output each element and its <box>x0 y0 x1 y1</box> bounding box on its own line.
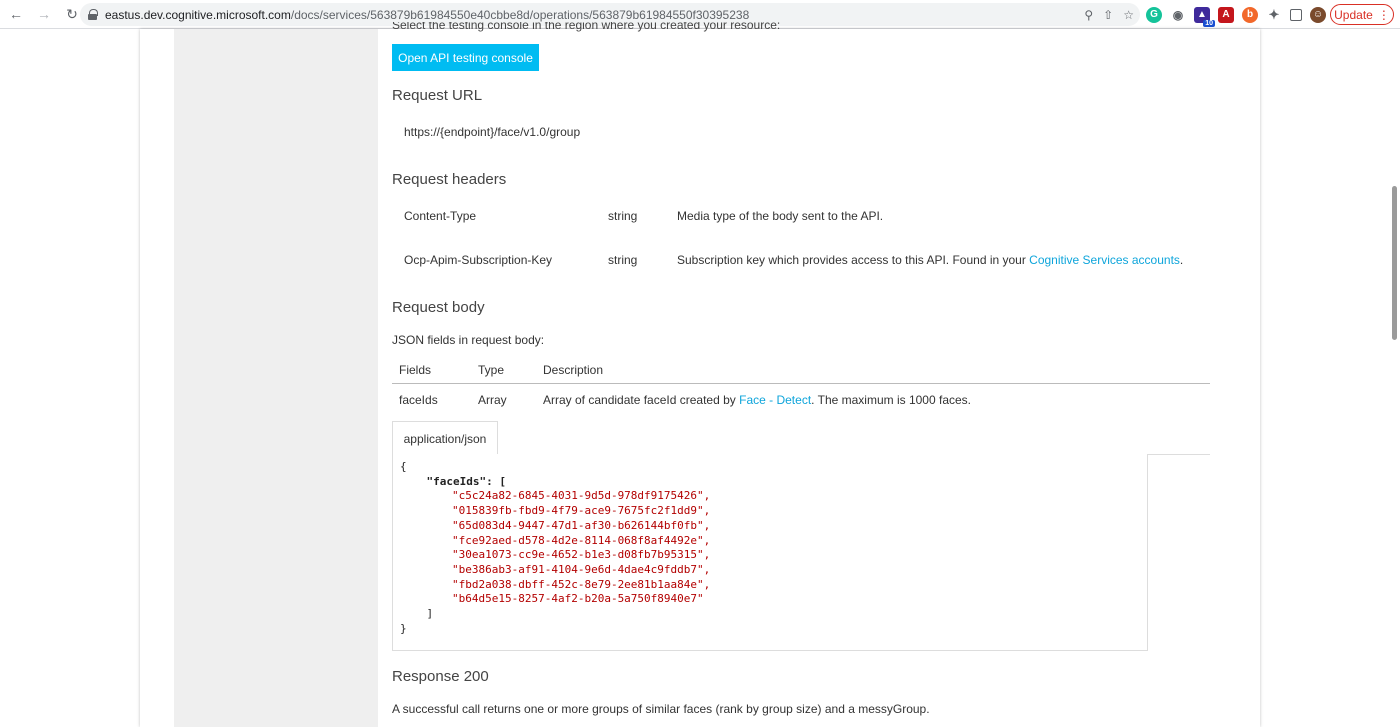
url-host: eastus.dev.cognitive.microsoft.com <box>105 7 291 22</box>
face-id-value: "fce92aed-d578-4d2e-8114-068f8af4492e", <box>452 533 711 547</box>
update-label: Update <box>1334 7 1373 22</box>
face-id-value: "be386ab3-af91-4104-9e6d-4dae4c9fddb7", <box>452 562 711 576</box>
face-id-value: "b64d5e15-8257-4af2-b20a-5a750f8940e7" <box>452 592 704 606</box>
scrollbar-thumb[interactable] <box>1392 186 1397 340</box>
graduation-cap-extension-icon[interactable]: ▲ 10 <box>1194 6 1215 27</box>
lock-icon <box>88 9 98 20</box>
json-code-sample: { "faceIds": ["c5c24a82-6845-4031-9d5d-9… <box>400 460 711 635</box>
table-divider <box>392 383 1210 384</box>
tab-application-json[interactable]: application/json <box>392 421 498 455</box>
update-button[interactable]: Update ⋮ <box>1330 4 1394 25</box>
column-header-fields: Fields <box>399 363 432 377</box>
request-headers-heading: Request headers <box>392 171 507 188</box>
camera-extension-icon[interactable]: ◉ <box>1170 6 1186 23</box>
back-arrow-icon[interactable]: ← <box>5 3 27 25</box>
orange-extension-icon[interactable]: b <box>1242 6 1258 23</box>
face-id-value: "fbd2a038-dbff-452c-8e79-2ee81b1aa84e", <box>452 577 711 591</box>
face-id-value: "c5c24a82-6845-4031-9d5d-978df9175426", <box>452 489 711 503</box>
face-id-value: "30ea1073-cc9e-4652-b1e3-d08fb7b95315", <box>452 548 711 562</box>
url-path: /docs/services/563879b61984550e40cbbe8d/… <box>290 7 750 22</box>
puzzle-extensions-icon[interactable]: ✦ <box>1266 6 1282 23</box>
left-navigation-panel <box>174 29 378 727</box>
cognitive-services-accounts-link[interactable]: Cognitive Services accounts <box>1029 253 1180 267</box>
header-description: Media type of the body sent to the API. <box>677 209 884 223</box>
response-200-heading: Response 200 <box>392 668 489 685</box>
header-type: string <box>608 253 638 267</box>
profile-avatar[interactable]: ☺ <box>1310 6 1326 23</box>
field-type: Array <box>478 393 507 407</box>
face-detect-link[interactable]: Face - Detect <box>739 393 811 407</box>
field-description: Array of candidate faceId created by Fac… <box>543 393 971 407</box>
bookmark-star-icon[interactable]: ☆ <box>1123 8 1134 22</box>
share-icon[interactable]: ⇧ <box>1103 8 1113 22</box>
url-text[interactable]: eastus.dev.cognitive.microsoft.com/docs/… <box>105 8 749 22</box>
region-instruction-text: Select the testing console in the region… <box>392 22 781 32</box>
field-name: faceIds <box>399 393 438 407</box>
request-body-intro: JSON fields in request body: <box>392 333 545 347</box>
column-header-description: Description <box>543 363 604 377</box>
header-name: Ocp-Apim-Subscription-Key <box>404 253 553 267</box>
response-description: A successful call returns one or more gr… <box>392 702 930 716</box>
face-id-value: "65d083d4-9447-47d1-af30-b626144bf0fb", <box>452 518 711 532</box>
request-body-heading: Request body <box>392 299 485 316</box>
face-id-value: "015839fb-fbd9-4f79-ace9-7675fc2f1dd9", <box>452 504 711 518</box>
extension-badge: 10 <box>1203 19 1215 27</box>
side-panel-icon[interactable] <box>1290 8 1302 21</box>
grammarly-extension-icon[interactable]: G <box>1146 6 1162 23</box>
more-vertical-icon: ⋮ <box>1377 7 1390 22</box>
header-description: Subscription key which provides access t… <box>677 253 1184 267</box>
header-type: string <box>608 209 638 223</box>
column-header-type: Type <box>478 363 505 377</box>
request-url-value: https://{endpoint}/face/v1.0/group <box>404 125 581 139</box>
open-api-console-button[interactable]: Open API testing console <box>392 44 539 71</box>
header-name: Content-Type <box>404 209 477 223</box>
request-url-heading: Request URL <box>392 87 483 104</box>
forward-arrow-icon[interactable]: → <box>33 3 55 25</box>
zoom-icon[interactable]: ⚲ <box>1084 8 1093 22</box>
pdf-extension-icon[interactable]: A <box>1218 6 1234 23</box>
